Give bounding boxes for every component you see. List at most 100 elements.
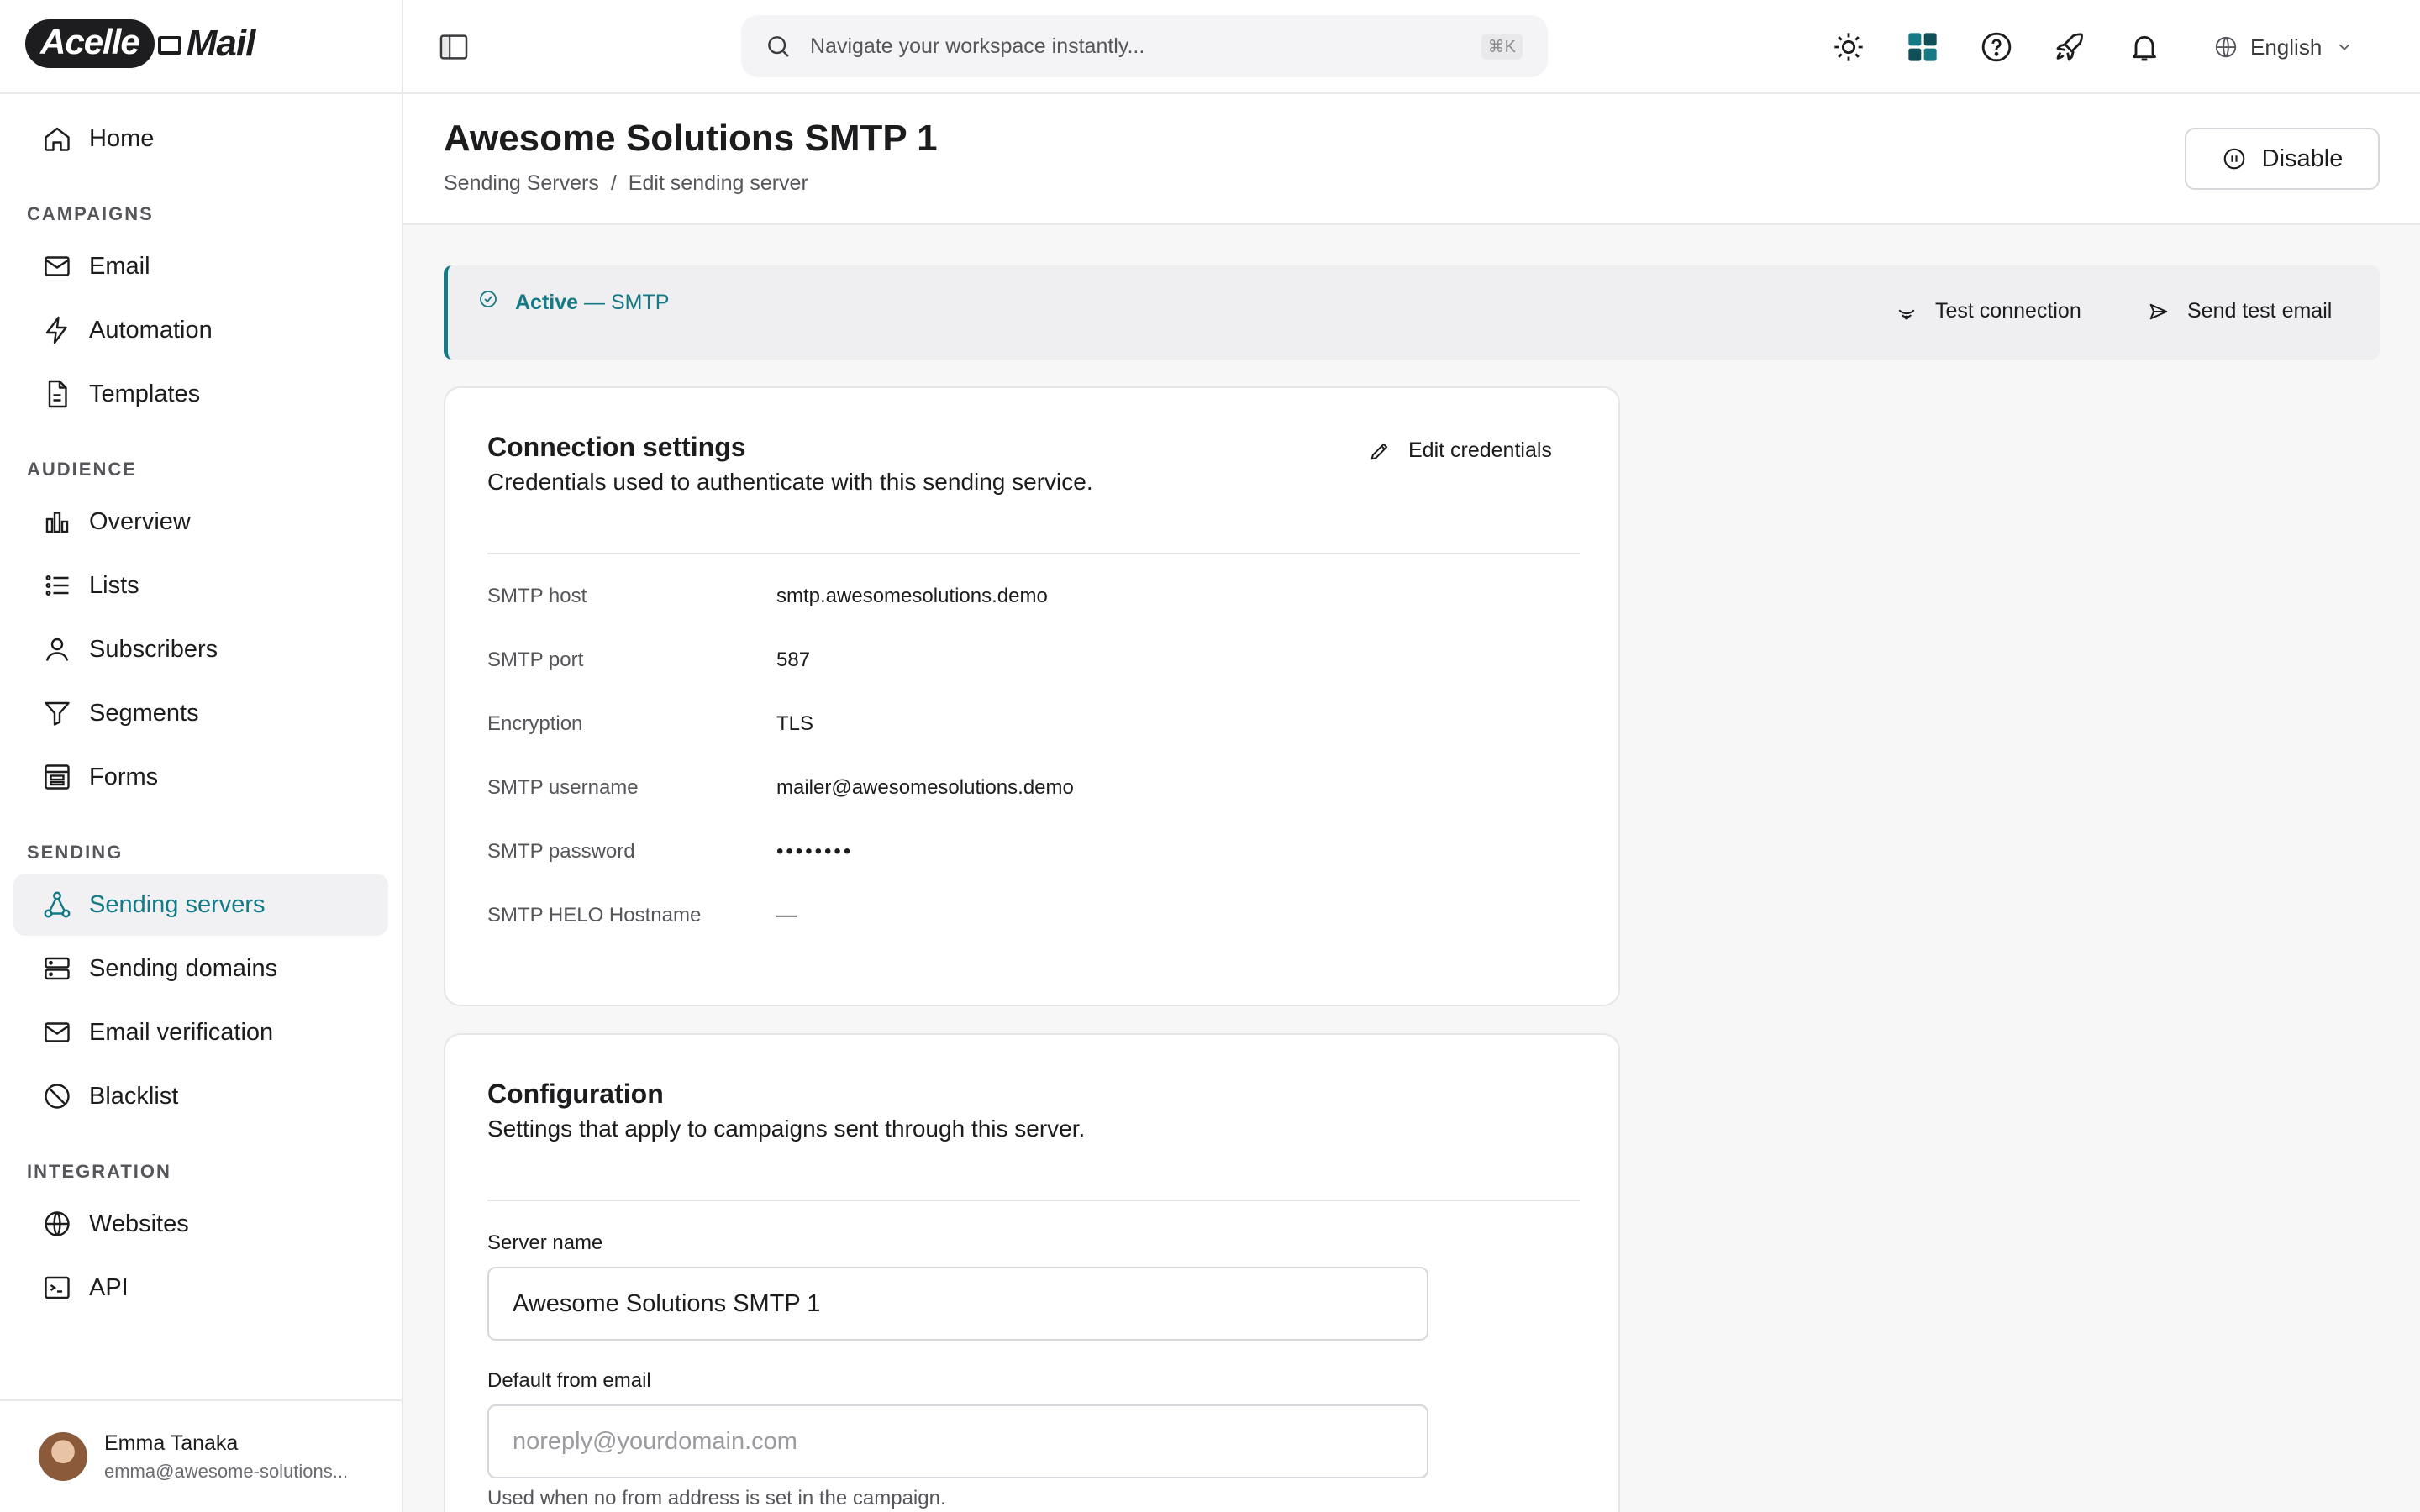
theme-sun-icon[interactable]	[1830, 29, 1867, 66]
breadcrumb-separator: /	[610, 171, 617, 195]
check-circle-icon	[480, 291, 497, 307]
search-shortcut-badge: ⌘K	[1481, 33, 1523, 60]
sidebar-item-label: Sending domains	[89, 954, 278, 982]
brand-logo[interactable]: Acelle Mail	[25, 18, 255, 69]
sidebar-item-label: Blacklist	[89, 1082, 179, 1110]
sidebar-item-segments[interactable]: Segments	[13, 682, 388, 744]
test-connection-button[interactable]: Test connection	[1895, 299, 2081, 323]
breadcrumb-link-sending-servers[interactable]: Sending Servers	[444, 171, 599, 195]
help-icon[interactable]	[1978, 29, 2015, 66]
bell-icon[interactable]	[2126, 29, 2163, 66]
sidebar-item-email-verification[interactable]: Email verification	[13, 1001, 388, 1063]
card-title: Connection settings	[487, 432, 746, 462]
globe-icon	[2215, 36, 2237, 58]
bar-chart-icon	[42, 507, 72, 537]
sidebar-item-overview[interactable]: Overview	[13, 491, 388, 553]
connection-settings-card: Connection settings Credentials used to …	[444, 386, 1620, 1006]
ban-icon	[42, 1081, 72, 1111]
user-profile[interactable]: Emma Tanaka emma@awesome-solutions...	[0, 1399, 403, 1512]
setting-label: SMTP HELO Hostname	[487, 904, 702, 927]
server-icon	[42, 953, 72, 984]
configuration-card: Configuration Settings that apply to cam…	[444, 1033, 1620, 1512]
sidebar: Acelle Mail Home CAMPAIGNS Email Automat…	[0, 0, 403, 1512]
sidebar-toggle-icon[interactable]	[437, 30, 471, 64]
search-input[interactable]: Navigate your workspace instantly...	[810, 34, 1481, 59]
sidebar-item-label: Overview	[89, 507, 191, 535]
sidebar-item-api[interactable]: API	[13, 1257, 388, 1319]
envelope-icon	[157, 36, 182, 55]
lightning-icon	[42, 315, 72, 345]
breadcrumb: Sending Servers / Edit sending server	[444, 171, 808, 196]
sidebar-item-label: Forms	[89, 763, 159, 790]
sidebar-item-subscribers[interactable]: Subscribers	[13, 618, 388, 680]
apps-grid-icon[interactable]	[1904, 29, 1941, 66]
setting-label: SMTP host	[487, 585, 587, 607]
setting-value: smtp.awesomesolutions.demo	[776, 585, 1048, 607]
sidebar-item-sending-servers[interactable]: Sending servers	[13, 874, 388, 936]
card-divider	[487, 1200, 1580, 1201]
edit-credentials-button[interactable]: Edit credentials	[1368, 438, 1552, 463]
send-test-email-button[interactable]: Send test email	[2147, 299, 2332, 323]
sidebar-item-label: Email	[89, 252, 150, 280]
status-type: — SMTP	[578, 291, 670, 314]
setting-value: 587	[776, 648, 811, 671]
card-subtitle: Settings that apply to campaigns sent th…	[487, 1116, 1086, 1142]
sidebar-item-blacklist[interactable]: Blacklist	[13, 1065, 388, 1127]
server-name-input[interactable]	[487, 1267, 1428, 1341]
sidebar-divider	[0, 92, 403, 94]
status-state: Active	[515, 291, 579, 314]
setting-label: Encryption	[487, 712, 583, 735]
globe-icon	[42, 1209, 72, 1239]
rocket-icon[interactable]	[2052, 29, 2089, 66]
user-info: Emma Tanaka emma@awesome-solutions...	[104, 1431, 348, 1483]
status-banner: Active — SMTP Test connection Send test …	[444, 265, 2380, 360]
section-sending: SENDING	[27, 842, 124, 863]
setting-value: ••••••••	[776, 840, 854, 863]
edit-credentials-label: Edit credentials	[1408, 438, 1552, 462]
language-selector[interactable]: English	[2213, 27, 2354, 67]
setting-value: mailer@awesomesolutions.demo	[776, 776, 1074, 799]
user-icon	[42, 634, 72, 664]
list-icon	[42, 570, 72, 601]
page-header: Awesome Solutions SMTP 1 Sending Servers…	[403, 94, 2420, 225]
card-title: Configuration	[487, 1079, 664, 1109]
sidebar-item-label: Lists	[89, 571, 139, 599]
pencil-icon	[1370, 443, 1388, 459]
setting-label: SMTP password	[487, 840, 635, 863]
card-subtitle: Credentials used to authenticate with th…	[487, 469, 1093, 495]
disable-button[interactable]: Disable	[2185, 128, 2380, 190]
document-icon	[42, 379, 72, 409]
sidebar-item-home[interactable]: Home	[13, 108, 388, 170]
sidebar-item-lists[interactable]: Lists	[13, 554, 388, 617]
sidebar-item-label: Sending servers	[89, 890, 266, 918]
search-bar[interactable]: Navigate your workspace instantly... ⌘K	[741, 15, 1548, 77]
mail-icon	[42, 251, 72, 281]
setting-value: —	[776, 904, 797, 927]
sidebar-item-label: Segments	[89, 699, 199, 727]
network-icon	[42, 890, 72, 920]
user-name: Emma Tanaka	[104, 1431, 239, 1455]
chevron-down-icon	[2339, 44, 2350, 50]
form-icon	[42, 762, 72, 792]
user-email: emma@awesome-solutions...	[104, 1460, 349, 1482]
sidebar-item-sending-domains[interactable]: Sending domains	[13, 937, 388, 1000]
sidebar-item-automation[interactable]: Automation	[13, 299, 388, 361]
sidebar-item-templates[interactable]: Templates	[13, 363, 388, 425]
sidebar-item-websites[interactable]: Websites	[13, 1193, 388, 1255]
sidebar-item-label: Subscribers	[89, 635, 218, 663]
terminal-icon	[42, 1273, 72, 1303]
language-label: English	[2250, 34, 2323, 60]
logo-text: Mail	[186, 23, 256, 64]
sidebar-item-email[interactable]: Email	[13, 235, 388, 297]
breadcrumb-current: Edit sending server	[628, 171, 808, 195]
sidebar-item-forms[interactable]: Forms	[13, 746, 388, 808]
setting-label: SMTP username	[487, 776, 639, 799]
disable-label: Disable	[2261, 144, 2344, 172]
filter-icon	[42, 698, 72, 728]
server-name-label: Server name	[487, 1231, 603, 1254]
sidebar-nav: Home CAMPAIGNS Email Automation Template…	[13, 108, 388, 1320]
from-email-input[interactable]	[487, 1404, 1428, 1478]
section-campaigns: CAMPAIGNS	[27, 203, 154, 224]
from-email-help: Used when no from address is set in the …	[487, 1487, 946, 1509]
setting-label: SMTP port	[487, 648, 584, 671]
